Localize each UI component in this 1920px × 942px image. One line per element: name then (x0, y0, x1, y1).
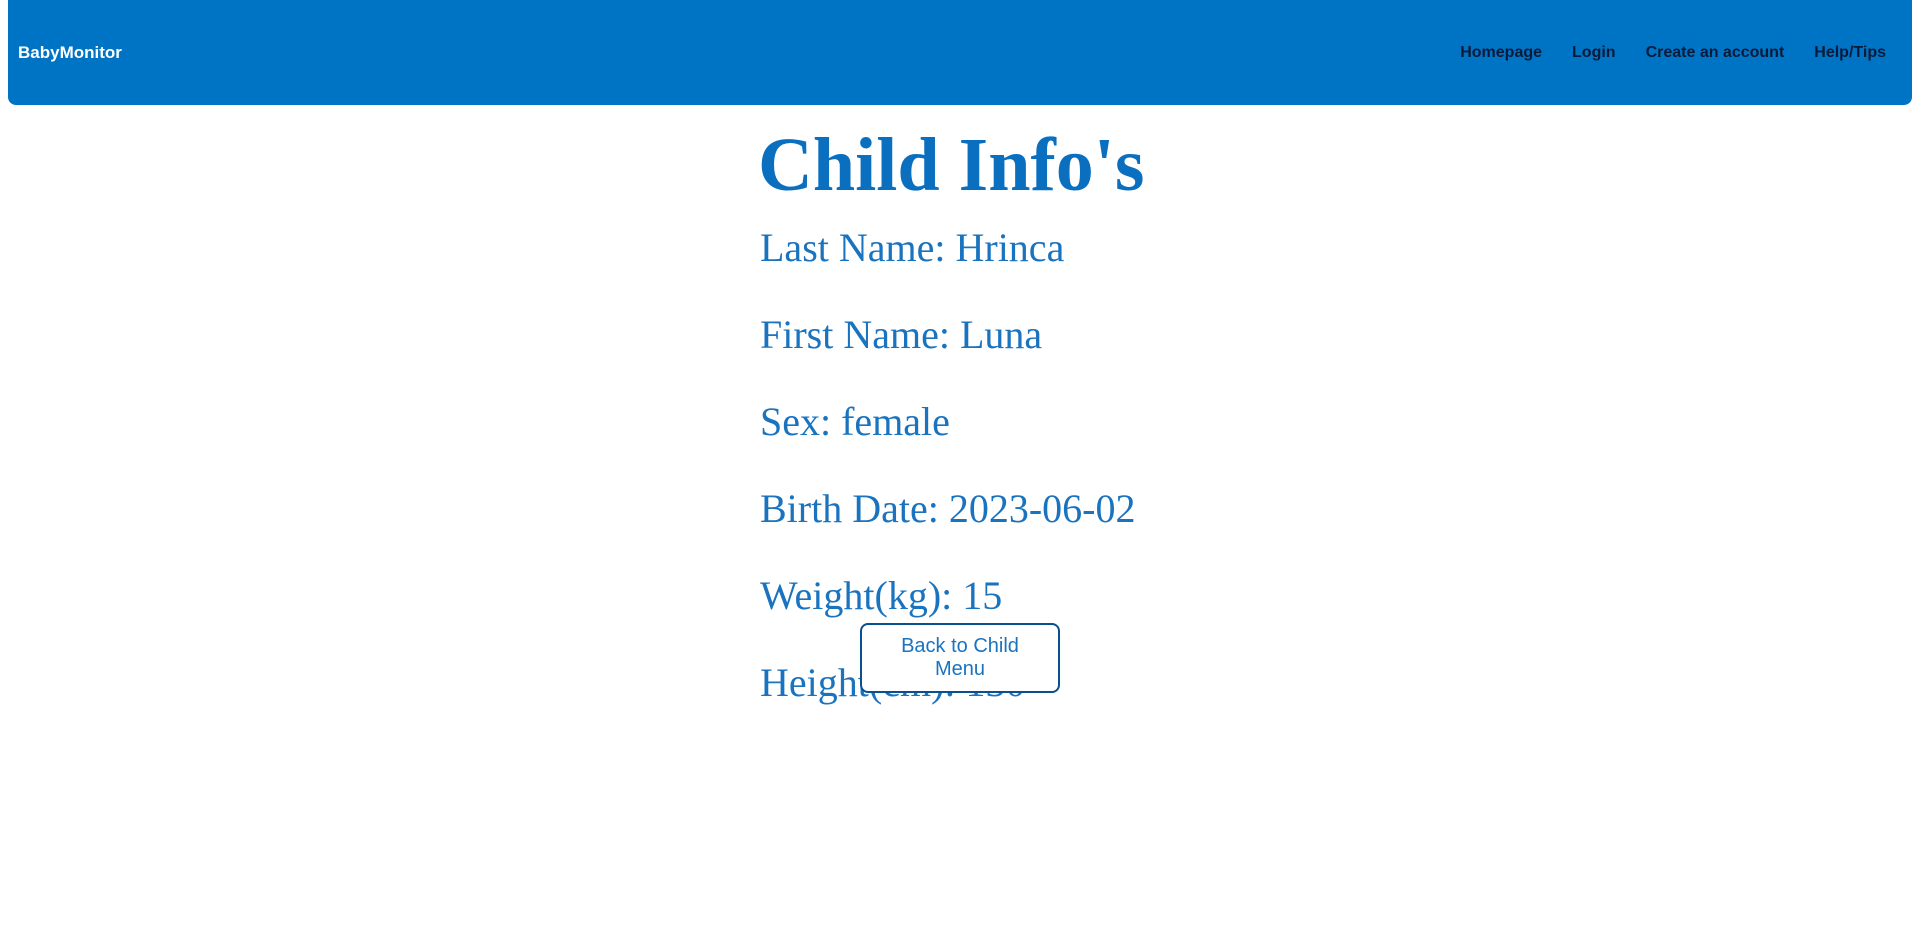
nav-link-help-tips[interactable]: Help/Tips (1814, 44, 1886, 62)
weight-field: Weight(kg): 15 (760, 573, 1003, 618)
brand-logo-link[interactable]: BabyMonitor (18, 43, 122, 63)
nav-link-create-account[interactable]: Create an account (1646, 44, 1785, 62)
nav-links: Homepage Login Create an account Help/Ti… (1430, 44, 1902, 62)
navbar: BabyMonitor Homepage Login Create an acc… (8, 0, 1912, 105)
page-title: Child Info's (758, 123, 1145, 207)
first-name-field: First Name: Luna (760, 312, 1043, 357)
sex-field: Sex: female (760, 399, 950, 444)
birth-date-field: Birth Date: 2023-06-02 (760, 486, 1136, 531)
back-to-child-menu-button[interactable]: Back to Child Menu (860, 623, 1060, 693)
nav-link-homepage[interactable]: Homepage (1460, 44, 1542, 62)
nav-link-login[interactable]: Login (1572, 44, 1616, 62)
last-name-field: Last Name: Hrinca (760, 225, 1065, 270)
